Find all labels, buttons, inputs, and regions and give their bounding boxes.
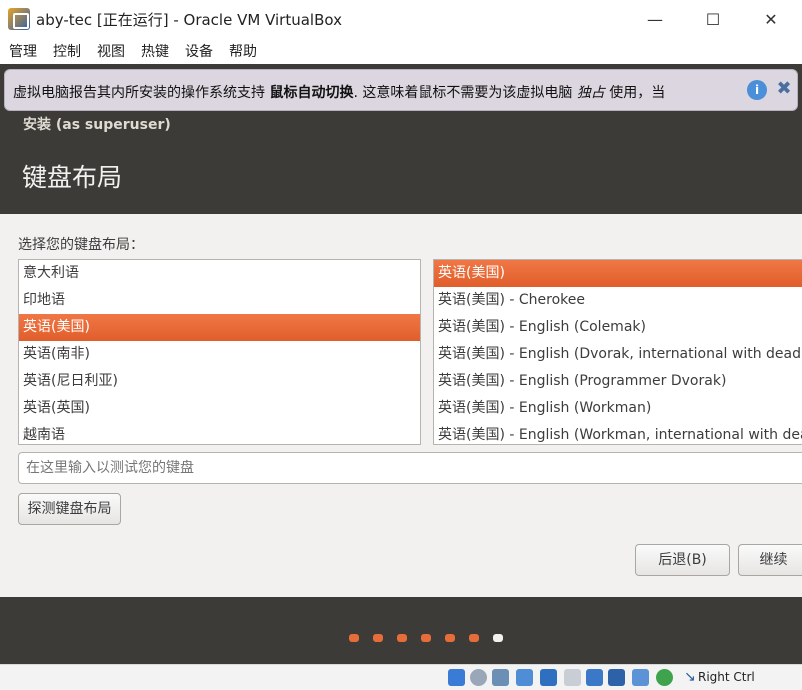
language-list[interactable]: 意大利语 印地语 英语(美国) 英语(南非) 英语(尼日利亚) 英语(英国) 越… (18, 259, 421, 445)
menu-devices[interactable]: 设备 (185, 41, 213, 61)
list-item-selected[interactable]: 英语(美国) (434, 260, 802, 287)
variant-list[interactable]: 英语(美国) 英语(美国) - Cherokee 英语(美国) - Englis… (433, 259, 802, 445)
host-key-label: Right Ctrl (698, 670, 755, 684)
progress-dot (445, 634, 455, 642)
keyboard-test-input[interactable]: 在这里输入以测试您的键盘 (18, 452, 802, 484)
capture-icon[interactable] (608, 669, 625, 686)
info-icon[interactable]: i (747, 80, 767, 100)
list-item[interactable]: 英语(美国) - English (Workman) (434, 395, 802, 422)
page-title: 键盘布局 (22, 163, 123, 192)
notice-text: 虚拟电脑报告其内所安装的操作系统支持 鼠标自动切换. 这意味着鼠标不需要为该虚拟… (13, 82, 665, 102)
detect-layout-button[interactable]: 探测键盘布局 (18, 493, 121, 525)
network-icon[interactable] (516, 669, 533, 686)
installer-label: 安装 (as superuser) (23, 117, 171, 133)
menu-control[interactable]: 控制 (53, 41, 81, 61)
progress-dot-current (493, 634, 503, 642)
mouse-integration-notice: 虚拟电脑报告其内所安装的操作系统支持 鼠标自动切换. 这意味着鼠标不需要为该虚拟… (4, 69, 798, 111)
notice-text-before: 虚拟电脑报告其内所安装的操作系统支持 (13, 85, 270, 101)
list-item[interactable]: 英语(南非) (19, 341, 420, 368)
list-item[interactable]: 英语(美国) - English (Colemak) (434, 314, 802, 341)
cpu-icon[interactable] (632, 669, 649, 686)
close-icon[interactable]: ✖ (773, 78, 795, 100)
menu-hotkeys[interactable]: 热键 (141, 41, 169, 61)
virtualbox-app-icon (8, 8, 30, 30)
menu-manage[interactable]: 管理 (9, 41, 37, 61)
menubar: 管理 控制 视图 热键 设备 帮助 (0, 38, 802, 64)
layout-prompt-label: 选择您的键盘布局： (18, 237, 144, 253)
list-item[interactable]: 英语(英国) (19, 395, 420, 422)
list-item[interactable]: 越南语 (19, 422, 420, 444)
list-item[interactable]: 印地语 (19, 287, 420, 314)
hard-disk-icon[interactable] (448, 669, 465, 686)
usb-icon[interactable] (540, 669, 557, 686)
installer-footer (0, 597, 802, 664)
notice-text-bold: 鼠标自动切换 (269, 85, 354, 101)
maximize-button[interactable]: ☐ (684, 0, 742, 38)
menu-help[interactable]: 帮助 (229, 41, 257, 61)
back-button[interactable]: 后退(B) (635, 544, 730, 576)
progress-dot (421, 634, 431, 642)
menu-view[interactable]: 视图 (97, 41, 125, 61)
display-icon[interactable] (586, 669, 603, 686)
window-titlebar: aby-tec [正在运行] - Oracle VM VirtualBox — … (0, 0, 802, 38)
list-item[interactable]: 意大利语 (19, 260, 420, 287)
shared-folders-icon[interactable] (564, 669, 581, 686)
progress-dot (349, 634, 359, 642)
notice-text-italic: 独占 (576, 85, 605, 101)
continue-button[interactable]: 继续 (738, 544, 802, 576)
list-item[interactable]: 英语(美国) - English (Workman, international… (434, 422, 802, 444)
list-item[interactable]: 英语(尼日利亚) (19, 368, 420, 395)
list-item[interactable]: 英语(美国) - English (Dvorak, international … (434, 341, 802, 368)
progress-dot (397, 634, 407, 642)
window-title: aby-tec [正在运行] - Oracle VM VirtualBox (36, 11, 342, 29)
statusbar: ↘ Right Ctrl (0, 664, 802, 690)
list-item-selected[interactable]: 英语(美国) (19, 314, 420, 341)
mouse-integration-icon[interactable] (656, 669, 673, 686)
close-button[interactable]: ✕ (742, 0, 800, 38)
notice-text-middle: . 这意味着鼠标不需要为该虚拟电脑 (353, 85, 577, 101)
host-key-arrow-icon: ↘ (684, 669, 696, 685)
minimize-button[interactable]: — (626, 0, 684, 38)
progress-dot (373, 634, 383, 642)
notice-text-after: 使用，当 (604, 85, 666, 101)
optical-drive-icon[interactable] (470, 669, 487, 686)
vm-display[interactable]: 安装 (as superuser) 键盘布局 虚拟电脑报告其内所安装的操作系统支… (0, 64, 802, 664)
list-item[interactable]: 英语(美国) - Cherokee (434, 287, 802, 314)
progress-dot (469, 634, 479, 642)
audio-icon[interactable] (492, 669, 509, 686)
list-item[interactable]: 英语(美国) - English (Programmer Dvorak) (434, 368, 802, 395)
